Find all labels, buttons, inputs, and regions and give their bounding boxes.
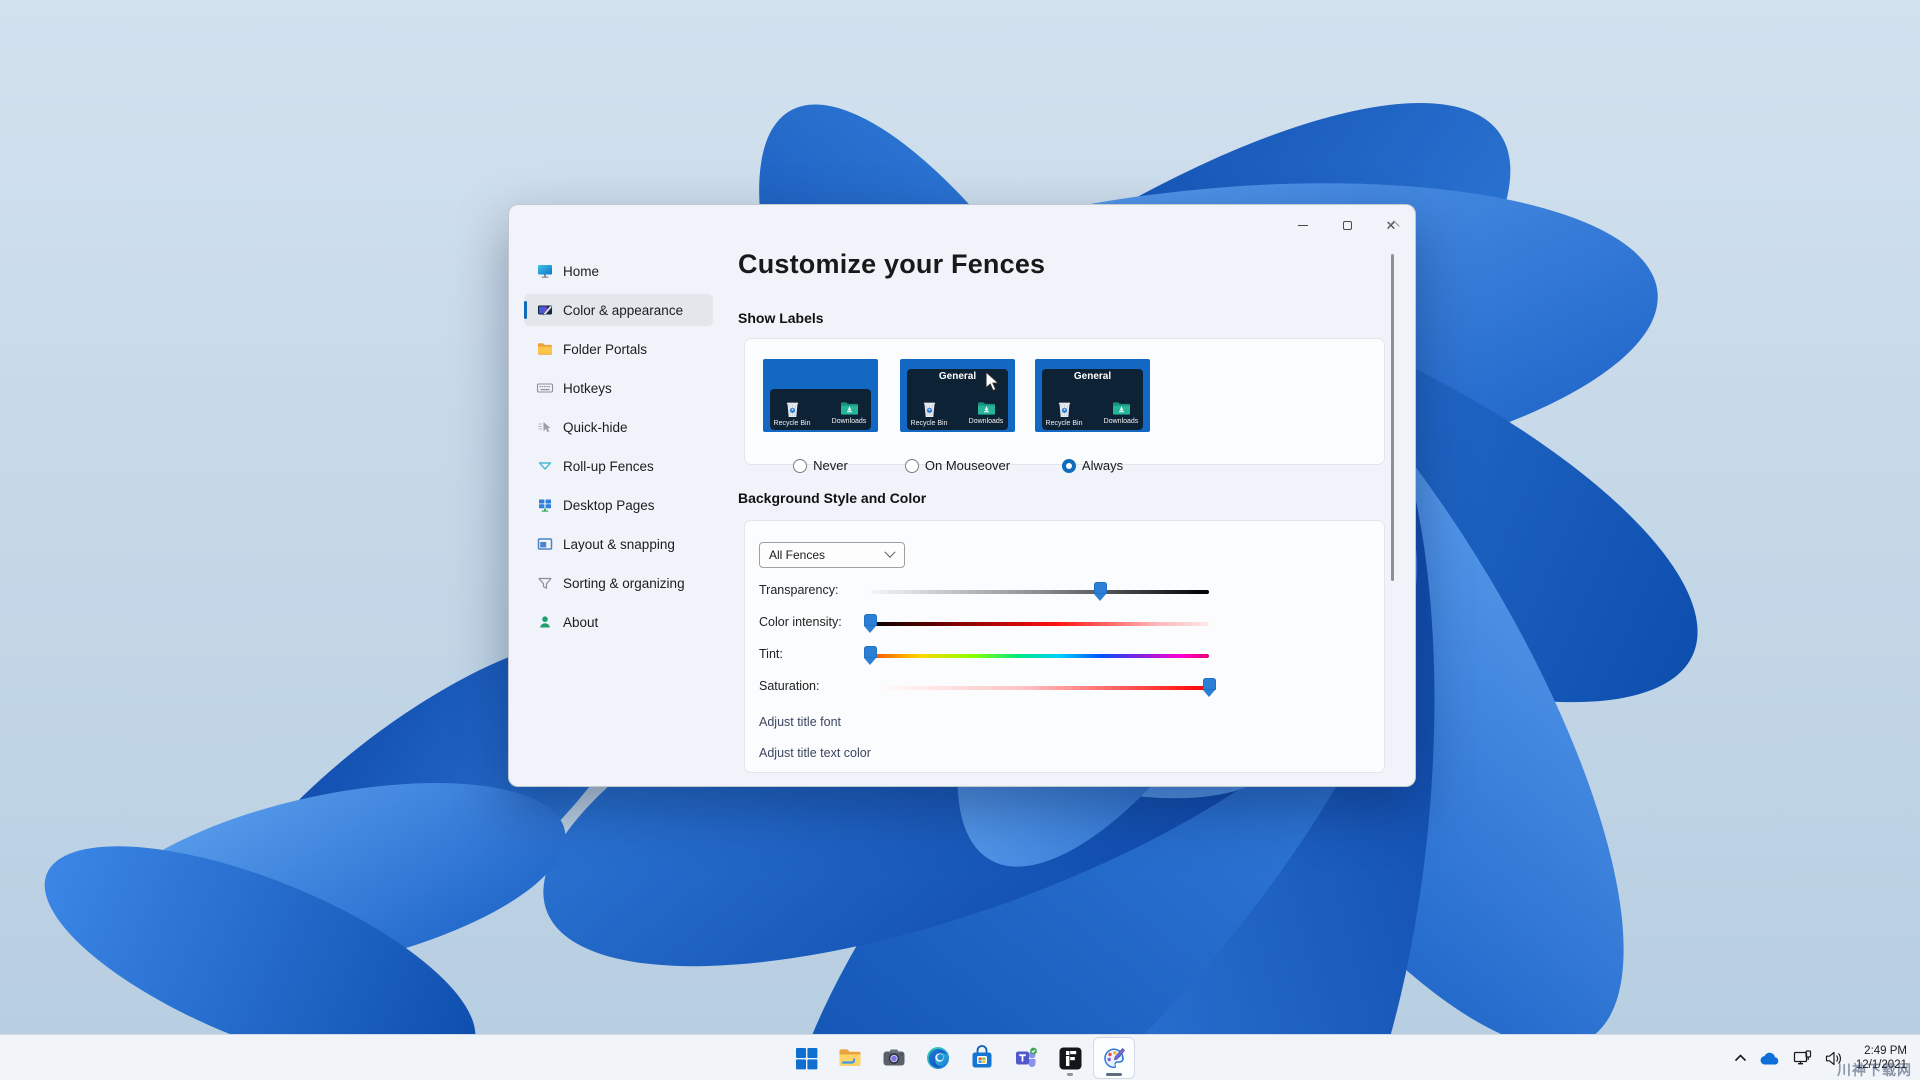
running-indicator (1067, 1073, 1073, 1076)
fence-preview-always[interactable]: General Recycle Bin Downloads (1035, 359, 1150, 432)
page-title: Customize your Fences (738, 249, 1045, 280)
file-explorer-icon (837, 1045, 863, 1071)
transparency-handle[interactable] (1094, 582, 1107, 594)
background-style-heading: Background Style and Color (738, 490, 926, 506)
clock-time: 2:49 PM (1856, 1044, 1907, 1058)
screen: ✕ Home Color & appearance Fo (0, 0, 1920, 1080)
saturation-handle[interactable] (1203, 678, 1216, 690)
downloads-folder-icon: Downloads (827, 401, 871, 427)
chevron-down-icon (884, 547, 895, 558)
edge-icon (925, 1045, 951, 1071)
palette-icon (1101, 1045, 1128, 1071)
fences-app-button[interactable] (1050, 1038, 1090, 1078)
adjust-title-text-color-link[interactable]: Adjust title text color (759, 746, 871, 760)
fences-f-icon (1058, 1046, 1083, 1071)
radio-circle[interactable] (793, 459, 807, 473)
background-style-card: All Fences Transparency: Color intensity… (744, 520, 1385, 773)
show-labels-option-always: General Recycle Bin Downloads (1035, 359, 1150, 432)
fences-customize-button-active[interactable] (1094, 1038, 1134, 1078)
recycle-bin-icon: Recycle Bin (907, 401, 951, 427)
settings-content: Customize your Fences Show Labels Recycl… (509, 205, 1415, 786)
show-labels-option-never: Recycle Bin Downloads Never (763, 359, 878, 432)
radio-circle[interactable] (905, 459, 919, 473)
taskbar: 2:49 PM 12/1/2021 (0, 1034, 1920, 1080)
network-ethernet-icon[interactable] (1793, 1050, 1812, 1066)
fence-title: General (1042, 369, 1143, 383)
slider-color-intensity: Color intensity: (745, 613, 1384, 635)
fences-settings-window: ✕ Home Color & appearance Fo (508, 204, 1416, 787)
start-icon (794, 1046, 819, 1071)
radio-on-mouseover[interactable]: On Mouseover (900, 458, 1015, 473)
scrollbar-up-icon[interactable] (1388, 220, 1399, 231)
radio-never[interactable]: Never (763, 458, 878, 473)
fence-selector-value: All Fences (760, 548, 886, 562)
radio-always[interactable]: Always (1035, 458, 1150, 473)
show-labels-heading: Show Labels (738, 310, 824, 326)
start-button[interactable] (786, 1038, 826, 1078)
teams-button[interactable] (1006, 1038, 1046, 1078)
fence-preview-never[interactable]: Recycle Bin Downloads (763, 359, 878, 432)
taskbar-center-icons (786, 1035, 1134, 1080)
hidden-icons-chevron-icon[interactable] (1734, 1054, 1747, 1062)
edge-button[interactable] (918, 1038, 958, 1078)
tint-track[interactable] (870, 654, 1209, 658)
tint-handle[interactable] (864, 646, 877, 658)
active-indicator (1106, 1073, 1122, 1076)
saturation-track[interactable] (870, 686, 1209, 690)
onedrive-cloud-icon[interactable] (1760, 1052, 1780, 1065)
watermark-text: 川神下载网 (1837, 1060, 1912, 1080)
fence-panel: General Recycle Bin Downloads (1042, 369, 1143, 430)
show-labels-card: Recycle Bin Downloads Never (744, 338, 1385, 465)
camera-icon (881, 1045, 907, 1071)
mouse-cursor (985, 371, 1001, 398)
slider-tint: Tint: (745, 645, 1384, 667)
downloads-folder-icon: Downloads (1099, 401, 1143, 427)
radio-circle[interactable] (1062, 459, 1076, 473)
fence-selector-dropdown[interactable]: All Fences (759, 542, 905, 568)
slider-saturation: Saturation: (745, 677, 1384, 699)
scrollbar-thumb[interactable] (1391, 254, 1394, 581)
fence-panel: Recycle Bin Downloads (770, 389, 871, 430)
recycle-bin-icon: Recycle Bin (770, 401, 814, 427)
downloads-folder-icon: Downloads (964, 401, 1008, 427)
teams-icon (1013, 1045, 1040, 1071)
camera-button[interactable] (874, 1038, 914, 1078)
slider-transparency: Transparency: (745, 581, 1384, 603)
color-intensity-track[interactable] (870, 622, 1209, 626)
microsoft-store-button[interactable] (962, 1038, 1002, 1078)
color-intensity-handle[interactable] (864, 614, 877, 626)
recycle-bin-icon: Recycle Bin (1042, 401, 1086, 427)
adjust-title-font-link[interactable]: Adjust title font (759, 715, 841, 729)
microsoft-store-icon (969, 1045, 995, 1071)
file-explorer-button[interactable] (830, 1038, 870, 1078)
transparency-track[interactable] (870, 590, 1209, 594)
